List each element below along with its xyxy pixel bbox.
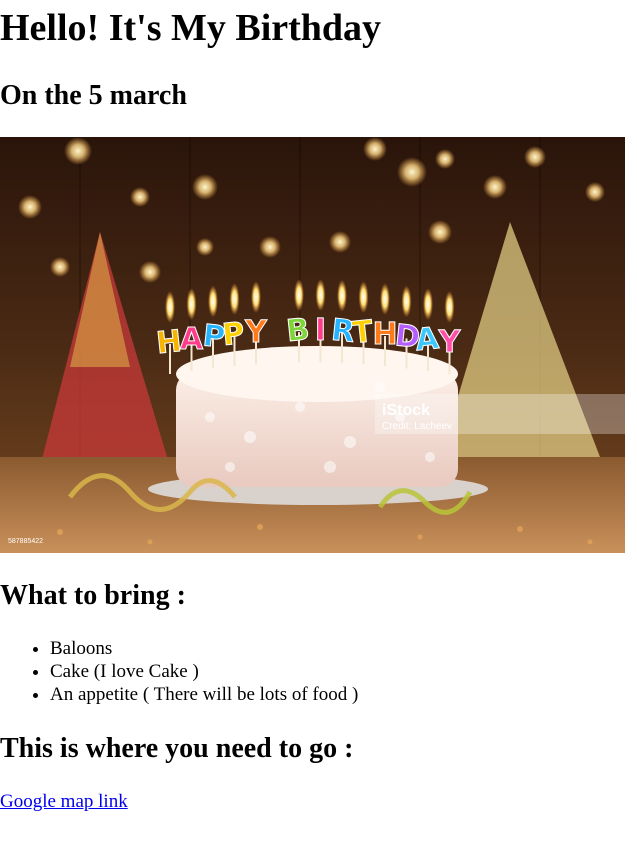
google-map-link[interactable]: Google map link — [0, 790, 128, 813]
list-item: Baloons — [50, 637, 358, 660]
bokeh-light — [397, 157, 427, 187]
bokeh-light — [524, 146, 546, 168]
bokeh-light — [428, 220, 452, 244]
bokeh-light — [139, 261, 161, 283]
bokeh-light — [483, 175, 507, 199]
bokeh-light — [64, 137, 92, 165]
bokeh-light — [192, 174, 218, 200]
bokeh-light — [259, 236, 281, 258]
list-item: Cake (I love Cake ) — [50, 660, 358, 683]
bokeh-light — [363, 137, 387, 161]
bokeh-light — [130, 187, 150, 207]
page-title: Hello! It's My Birthday — [0, 7, 382, 49]
svg-text:Y: Y — [244, 315, 268, 350]
bring-list: Baloons Cake (I love Cake ) An appetite … — [0, 637, 358, 706]
svg-text:B: B — [285, 312, 311, 349]
bring-heading: What to bring : — [0, 580, 186, 611]
stock-id-label: 587885422 — [8, 538, 43, 545]
bokeh-light — [196, 238, 214, 256]
svg-text:A: A — [414, 321, 442, 358]
birthday-cake-photo: HAPPY B I RTHDAY iStock Credit: Lacheev 587… — [0, 137, 625, 553]
credit-watermark: Credit: Lacheev — [382, 421, 452, 432]
svg-text:Y: Y — [438, 325, 462, 360]
bokeh-light — [18, 195, 42, 219]
istock-watermark: iStock — [382, 402, 430, 419]
svg-text:T: T — [350, 314, 375, 351]
directions-heading: This is where you need to go : — [0, 733, 354, 764]
bokeh-light — [50, 257, 70, 277]
bokeh-light — [585, 182, 605, 202]
svg-text:A: A — [180, 322, 204, 357]
bokeh-light — [435, 149, 455, 169]
svg-text:I: I — [315, 313, 326, 348]
svg-text:P: P — [221, 316, 247, 353]
date-subtitle: On the 5 march — [0, 80, 187, 111]
bokeh-light — [329, 231, 351, 253]
list-item: An appetite ( There will be lots of food… — [50, 683, 358, 706]
